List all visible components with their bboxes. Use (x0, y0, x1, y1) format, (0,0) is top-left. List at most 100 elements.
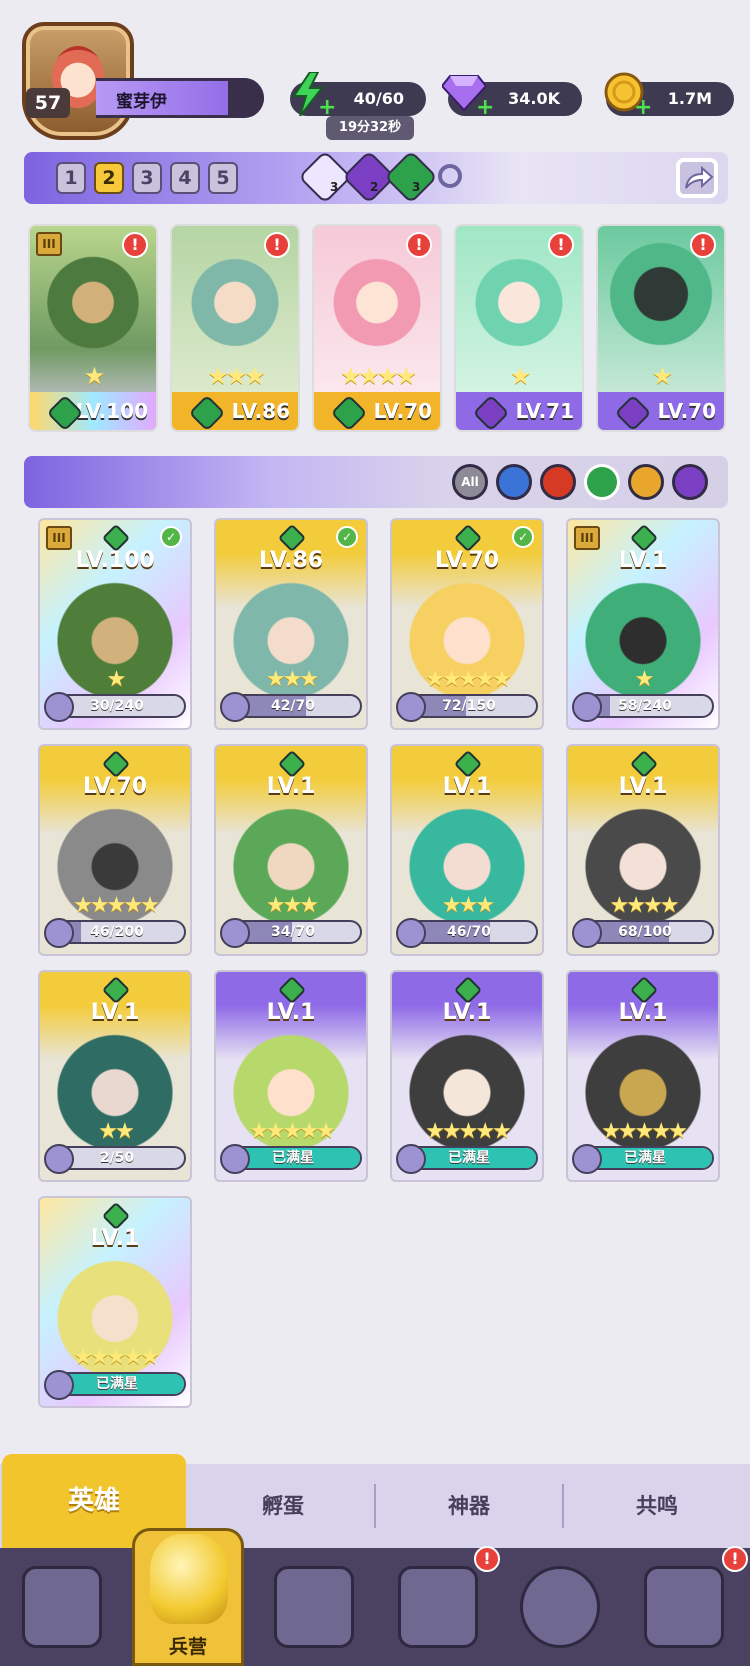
hero-card[interactable]: LV.1 ★★ 2/50 (38, 970, 192, 1182)
energy-counter[interactable]: + 40/60 (290, 71, 426, 119)
star-rating: ★★★ (265, 893, 319, 918)
guild-alert-icon: ! (722, 1546, 748, 1572)
castle-alert-icon: ! (474, 1546, 500, 1572)
mushroom-nav-icon[interactable] (520, 1566, 600, 1648)
hero-level: LV.1 (618, 1000, 668, 1025)
filter-all-button[interactable]: All (452, 464, 488, 500)
star-rating: ★★★★★ (73, 1345, 160, 1370)
share-icon[interactable] (676, 158, 718, 198)
hero-card[interactable]: LV.1 ★★★★★ 已满星 (38, 1196, 192, 1408)
hero-level: LV.1 (442, 774, 492, 799)
soul-shard-icon (572, 1144, 602, 1174)
star-rating: ★★★★ (609, 893, 680, 918)
soul-shard-icon (396, 1144, 426, 1174)
hero-level: LV.1 (266, 774, 316, 799)
soul-shard-icon (220, 918, 250, 948)
guild-nav-icon[interactable] (644, 1566, 724, 1648)
add-gems-icon[interactable]: + (476, 97, 494, 119)
team-slot-1[interactable]: 1 (56, 162, 86, 194)
castle-nav-icon[interactable] (398, 1566, 478, 1648)
in-team-check-icon: ✓ (512, 526, 534, 548)
star-rating: ★★★★★ (425, 667, 512, 692)
alert-icon: ! (264, 232, 290, 258)
filter-light-icon[interactable] (628, 464, 664, 500)
star-rating: ★★★ (265, 667, 319, 692)
filter-dark-icon[interactable] (672, 464, 708, 500)
soul-shard-icon (44, 1370, 74, 1400)
rank-badge-icon: III (36, 232, 62, 256)
nav-barracks-label: 兵营 (168, 1636, 207, 1658)
in-team-check-icon: ✓ (160, 526, 182, 548)
hero-card[interactable]: LV.1 ★★★★★ 已满星 (566, 970, 720, 1182)
add-energy-icon[interactable]: + (318, 97, 336, 119)
hero-level: LV.86 (258, 548, 324, 573)
alert-icon: ! (548, 232, 574, 258)
hero-level: LV.1 (90, 1226, 140, 1251)
hero-card[interactable]: LV.1 ★★★★ 68/100 (566, 744, 720, 956)
star-rating: ★ (106, 667, 127, 692)
hero-level: LV.1 (90, 1000, 140, 1025)
hero-level: LV.100 (75, 548, 155, 573)
soul-shard-icon (572, 918, 602, 948)
hero-level: LV.70 (434, 548, 500, 573)
name-bar-cap (228, 78, 264, 118)
light-element-count: 3 (330, 180, 339, 194)
player-name-bar[interactable]: 蜜芽伊 (96, 78, 264, 118)
nature-element-count: 3 (412, 180, 421, 194)
hero-card[interactable]: LV.1 ★★★ 34/70 (214, 744, 368, 956)
hero-card[interactable]: LV.1 ★★★★★ 已满星 (390, 970, 544, 1182)
player-level-badge: 57 (26, 88, 70, 118)
star-rating: ★★★★★ (425, 1119, 512, 1144)
hero-level: LV.1 (266, 1000, 316, 1025)
energy-timer: 19分32秒 (326, 116, 414, 140)
dark-element-count: 2 (370, 180, 379, 194)
star-rating: ★★★★★ (249, 1119, 336, 1144)
search-icon[interactable] (438, 164, 462, 188)
star-rating: ★ (634, 667, 655, 692)
star-rating: ★ (83, 362, 106, 390)
soul-shard-icon (572, 692, 602, 722)
filter-nature-icon[interactable] (584, 464, 620, 500)
barracks-icon (150, 1534, 228, 1624)
hero-card[interactable]: ✓ LV.86 ★★★ 42/70 (214, 518, 368, 730)
coin-counter[interactable]: + 1.7M (604, 72, 734, 119)
coin-value: 1.7M (667, 89, 712, 108)
soul-shard-icon (44, 918, 74, 948)
team-slot-5[interactable]: 5 (208, 162, 238, 194)
gem-counter[interactable]: + 34.0K (440, 75, 582, 119)
add-coins-icon[interactable]: + (634, 97, 652, 119)
hero-card[interactable]: LV.1 ★★★★★ 已满星 (214, 970, 368, 1182)
star-rating: ★★★ (441, 893, 495, 918)
hero-card[interactable]: LV.1 ★★★ 46/70 (390, 744, 544, 956)
team-slot-2[interactable]: 2 (94, 162, 124, 194)
soul-shard-icon (44, 692, 74, 722)
team-card-5[interactable]: ! ★ LV.70 (596, 224, 726, 432)
filter-water-icon[interactable] (496, 464, 532, 500)
hero-card[interactable]: III LV.1 ★ 58/240 (566, 518, 720, 730)
tab-resonance[interactable]: 共鸣 (564, 1464, 750, 1548)
star-rating: ★★★★ (339, 362, 417, 390)
tab-artifact[interactable]: 神器 (376, 1464, 562, 1548)
team-card-3[interactable]: ! ★★★★ LV.70 (312, 224, 442, 432)
hero-level: LV.1 (618, 548, 668, 573)
in-team-check-icon: ✓ (336, 526, 358, 548)
team-card-2[interactable]: ! ★★★ LV.86 (170, 224, 300, 432)
soul-shard-icon (220, 692, 250, 722)
team-slot-4[interactable]: 4 (170, 162, 200, 194)
star-rating: ★ (651, 362, 674, 390)
hero-card[interactable]: III ✓ LV.100 ★ 30/240 (38, 518, 192, 730)
hero-card[interactable]: LV.70 ★★★★★ 46/200 (38, 744, 192, 956)
main-nav-bar (0, 1548, 750, 1666)
team-slot-3[interactable]: 3 (132, 162, 162, 194)
filter-fire-icon[interactable] (540, 464, 576, 500)
rank-badge-icon: III (574, 526, 600, 550)
team-card-1[interactable]: III ! ★ LV.100 (28, 224, 158, 432)
map-nav-icon[interactable] (274, 1566, 354, 1648)
element-filter-bar (24, 456, 728, 508)
hero-card[interactable]: ✓ LV.70 ★★★★★ 72/150 (390, 518, 544, 730)
team-card-4[interactable]: ! ★ LV.71 (454, 224, 584, 432)
hero-level: LV.1 (618, 774, 668, 799)
star-rating: ★★★★★ (73, 893, 160, 918)
star-rating: ★★ (98, 1119, 134, 1144)
cards-nav-icon[interactable] (22, 1566, 102, 1648)
